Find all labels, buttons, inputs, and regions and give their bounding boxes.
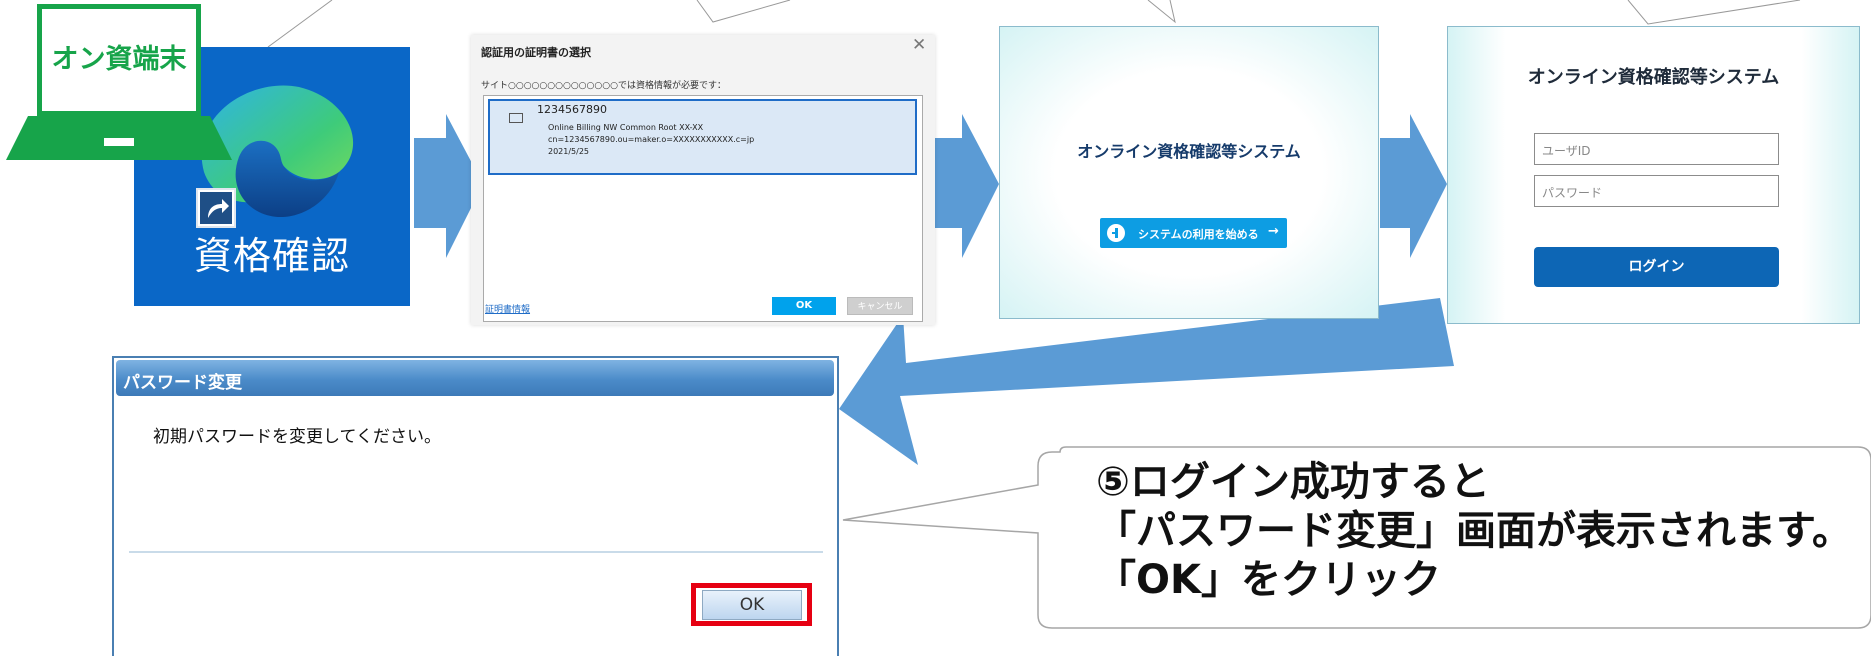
certificate-id: 1234567890 <box>537 103 607 116</box>
close-icon[interactable]: ✕ <box>912 35 926 55</box>
arrow-right-icon: → <box>1268 224 1279 239</box>
login-title: オンライン資格確認等システム <box>1527 67 1780 88</box>
callout-line-2: 「パスワード変更」画面が表示されます。 <box>1096 508 1852 554</box>
flow-arrow-2 <box>930 114 999 258</box>
divider <box>129 551 823 553</box>
laptop-icon: オン資端末 <box>37 4 201 116</box>
certificate-date: 2021/5/25 <box>548 147 590 156</box>
password-input[interactable]: パスワード <box>1534 175 1779 207</box>
certificate-info-link[interactable]: 証明書情報 <box>485 302 530 315</box>
login-button[interactable]: ログイン <box>1534 247 1779 287</box>
laptop-base-icon <box>6 116 232 160</box>
certificate-issuer: Online Billing NW Common Root XX-XX <box>548 123 704 132</box>
start-button-label: システムの利用を始める <box>1138 228 1259 241</box>
dialog-message: 初期パスワードを変更してください。 <box>153 427 441 447</box>
certificate-icon <box>509 113 523 123</box>
system-splash-screen: オンライン資格確認等システム システムの利用を始める → <box>999 26 1379 319</box>
cancel-button[interactable]: キャンセル <box>847 297 913 315</box>
door-icon <box>1107 224 1125 242</box>
certificate-item[interactable]: 1234567890 Online Billing NW Common Root… <box>488 99 917 175</box>
certificate-select-dialog: 認証用の証明書の選択 ✕ サイト○○○○○○○○○○○○○○では資格情報が必要で… <box>471 35 935 325</box>
site-message: サイト○○○○○○○○○○○○○○では資格情報が必要です： <box>481 81 726 91</box>
dialog-title: パスワード変更 <box>123 373 242 393</box>
step5-callout-text: ⑤ログイン成功すると 「パスワード変更」画面が表示されます。 「OK」をクリック <box>1096 458 1852 605</box>
dialog-titlebar: パスワード変更 <box>116 360 834 396</box>
user-id-input[interactable]: ユーザID <box>1534 133 1779 165</box>
certificate-subject: cn=1234567890.ou=maker.o=XXXXXXXXXXX.c=j… <box>548 135 755 144</box>
callout-line-1: ⑤ログイン成功すると <box>1096 459 1490 505</box>
login-screen: オンライン資格確認等システム ユーザID パスワード ログイン <box>1447 26 1860 324</box>
password-change-dialog: パスワード変更 初期パスワードを変更してください。 OK <box>112 356 839 656</box>
certificate-list: 1234567890 Online Billing NW Common Root… <box>483 95 923 322</box>
dialog-title: 認証用の証明書の選択 <box>481 46 591 59</box>
splash-title: オンライン資格確認等システム <box>1077 142 1301 161</box>
ok-button[interactable]: OK <box>772 297 836 315</box>
flow-arrow-3 <box>1380 114 1447 258</box>
shortcut-arrow-icon <box>196 188 236 228</box>
ok-button[interactable]: OK <box>702 590 802 620</box>
start-system-button[interactable]: システムの利用を始める → <box>1100 218 1287 248</box>
terminal-label: オン資端末 <box>51 44 187 75</box>
callout-line-3: 「OK」をクリック <box>1096 557 1441 603</box>
shortcut-label: 資格確認 <box>193 234 350 278</box>
